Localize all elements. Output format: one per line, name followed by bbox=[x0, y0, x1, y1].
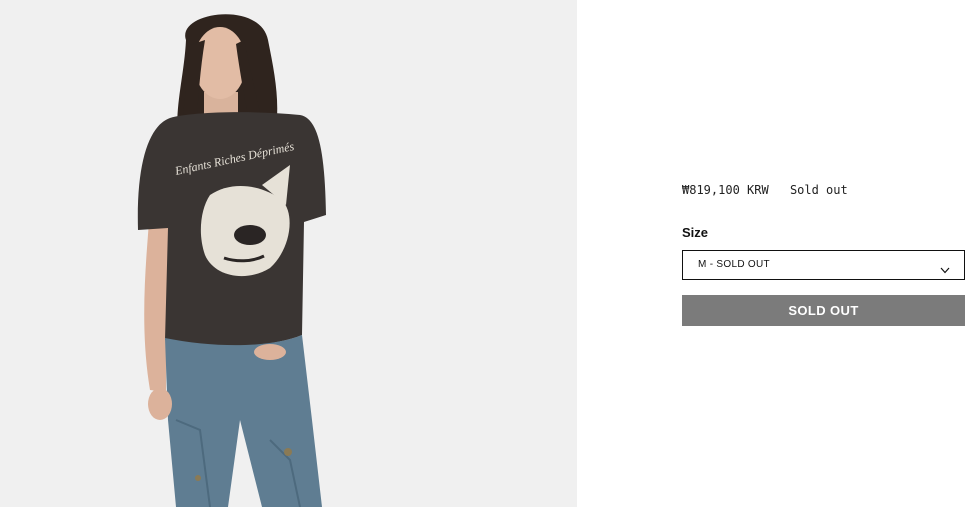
price: ₩819,100 KRW bbox=[682, 183, 769, 197]
size-select-value: M - SOLD OUT bbox=[698, 259, 770, 270]
stock-status: Sold out bbox=[789, 183, 848, 197]
size-label: Size bbox=[682, 225, 709, 240]
product-image[interactable]: Enfants Riches Déprimés bbox=[0, 0, 577, 507]
size-select[interactable]: M - SOLD OUT bbox=[682, 250, 965, 280]
product-photo: Enfants Riches Déprimés bbox=[0, 0, 577, 507]
sold-out-button[interactable]: SOLD OUT bbox=[682, 295, 965, 326]
chevron-down-icon bbox=[940, 261, 950, 279]
price-row: ₩819,100 KRW Sold out bbox=[682, 183, 848, 197]
product-info: ₩819,100 KRW Sold out Size M - SOLD OUT … bbox=[682, 0, 965, 507]
